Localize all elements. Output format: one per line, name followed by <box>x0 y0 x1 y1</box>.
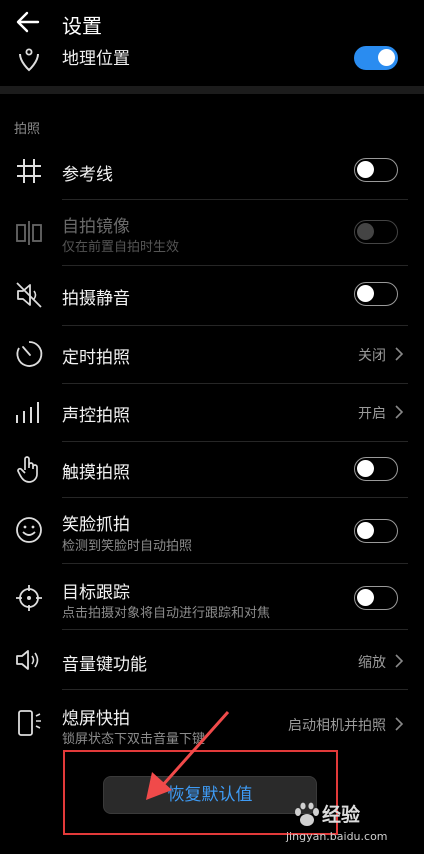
selfie-mirror-toggle <box>354 220 398 244</box>
baidu-paw-logo-icon <box>295 802 319 826</box>
mute-icon <box>16 282 42 308</box>
row-grid-lines[interactable]: 参考线 <box>0 140 424 200</box>
watermark-brand: 经验 <box>322 804 361 826</box>
location-row[interactable]: 地理位置 <box>0 40 424 76</box>
row-shutter-mute[interactable]: 拍摄静音 <box>0 266 424 326</box>
baidu-jingyan-watermark: 经验 jingyan.baidu.com <box>284 796 414 850</box>
row-title: 定时拍照 <box>62 348 130 368</box>
row-target-tracking[interactable]: 目标跟踪 点击拍摄对象将自动进行跟踪和对焦 <box>0 564 424 630</box>
row-title: 熄屏快拍 <box>62 709 130 729</box>
section-header-photo: 拍照 <box>14 122 41 137</box>
screen-off-icon <box>18 710 41 736</box>
volume-icon <box>16 650 39 670</box>
row-volume-key[interactable]: 音量键功能 缩放 <box>0 630 424 690</box>
header-bar: 设置 <box>0 0 424 44</box>
page-title: 设置 <box>62 14 102 38</box>
row-touch-capture[interactable]: 触摸拍照 <box>0 442 424 498</box>
volume-key-value: 缩放 <box>358 655 386 671</box>
row-title: 自拍镜像 <box>62 217 130 237</box>
row-title: 触摸拍照 <box>62 463 130 483</box>
chevron-right-icon <box>395 347 404 361</box>
timer-icon <box>16 341 43 367</box>
row-subtitle: 锁屏状态下双击音量下键 <box>62 732 206 747</box>
smile-capture-toggle[interactable] <box>354 519 398 543</box>
row-timer[interactable]: 定时拍照 关闭 <box>0 326 424 384</box>
row-selfie-mirror: 自拍镜像 仅在前置自拍时生效 <box>0 200 424 266</box>
target-icon <box>16 585 42 611</box>
mirror-icon <box>16 221 42 245</box>
row-voice-control[interactable]: 声控拍照 开启 <box>0 384 424 442</box>
row-screen-off-snap[interactable]: 熄屏快拍 锁屏状态下双击音量下键 启动相机并拍照 <box>0 690 424 752</box>
touch-hand-icon <box>17 456 38 483</box>
timer-value: 关闭 <box>358 348 386 364</box>
screen-off-snap-value: 启动相机并拍照 <box>288 718 386 734</box>
row-smile-capture[interactable]: 笑脸抓拍 检测到笑脸时自动拍照 <box>0 498 424 564</box>
row-subtitle: 检测到笑脸时自动拍照 <box>62 539 193 554</box>
location-toggle[interactable] <box>354 46 398 70</box>
chevron-right-icon <box>395 405 404 419</box>
row-title: 音量键功能 <box>62 655 147 675</box>
section-divider <box>0 86 424 94</box>
target-tracking-toggle[interactable] <box>354 586 398 610</box>
row-subtitle: 仅在前置自拍时生效 <box>62 240 180 255</box>
chevron-right-icon <box>395 717 404 731</box>
location-pin-icon <box>19 48 39 72</box>
row-subtitle: 点击拍摄对象将自动进行跟踪和对焦 <box>62 606 271 621</box>
voice-bars-icon <box>16 402 39 423</box>
touch-capture-toggle[interactable] <box>354 457 398 481</box>
back-arrow-icon[interactable] <box>14 8 42 36</box>
smile-icon <box>16 517 42 543</box>
watermark-url: jingyan.baidu.com <box>286 830 388 843</box>
voice-control-value: 开启 <box>358 406 386 422</box>
row-title: 参考线 <box>62 165 113 185</box>
grid-icon <box>17 159 41 183</box>
location-label: 地理位置 <box>62 49 130 69</box>
shutter-mute-toggle[interactable] <box>354 282 398 306</box>
grid-lines-toggle[interactable] <box>354 158 398 182</box>
row-title: 拍摄静音 <box>62 289 130 309</box>
chevron-right-icon <box>395 654 404 668</box>
row-title: 声控拍照 <box>62 406 130 426</box>
row-title: 目标跟踪 <box>62 583 130 603</box>
row-title: 笑脸抓拍 <box>62 515 130 535</box>
